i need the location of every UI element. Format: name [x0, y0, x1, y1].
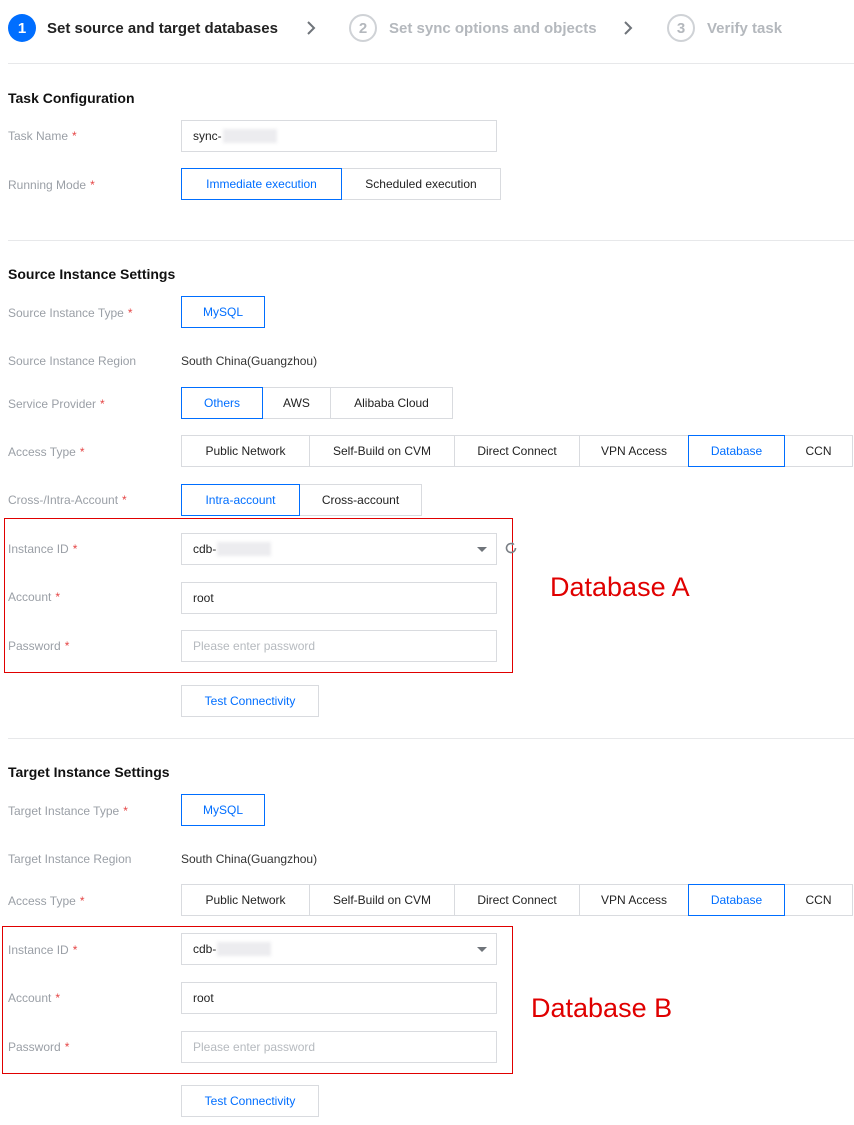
chevron-right-icon [307, 21, 316, 35]
target-test-connectivity-button[interactable]: Test Connectivity [181, 1085, 319, 1117]
running-mode-label: Running Mode * [8, 178, 95, 192]
account-scope-cross[interactable]: Cross-account [299, 484, 422, 516]
source-account-label: Account * [8, 590, 61, 604]
service-provider-label: Service Provider * [8, 397, 105, 411]
task-name-input[interactable]: sync- [181, 120, 497, 152]
target-region-label: Target Instance Region [8, 852, 132, 866]
target-account-label: Account * [8, 991, 61, 1005]
source-access-type-selector: Public Network Self-Build on CVM Direct … [181, 435, 853, 467]
redacted-text [217, 542, 272, 556]
step-3-label[interactable]: Verify task [707, 20, 782, 37]
target-instance-id-label: Instance ID * [8, 943, 78, 957]
step-1-label[interactable]: Set source and target databases [47, 20, 278, 37]
provider-others[interactable]: Others [181, 387, 263, 419]
source-type-label: Source Instance Type * [8, 306, 133, 320]
target-region-value: South China(Guangzhou) [181, 852, 318, 866]
source-access-self-build-cvm[interactable]: Self-Build on CVM [309, 435, 455, 467]
source-access-database[interactable]: Database [688, 435, 785, 467]
task-config-title: Task Configuration [8, 90, 135, 106]
provider-aws[interactable]: AWS [262, 387, 331, 419]
source-region-value: South China(Guangzhou) [181, 354, 318, 368]
service-provider-selector: Others AWS Alibaba Cloud [181, 387, 453, 419]
source-settings-title: Source Instance Settings [8, 266, 176, 282]
redacted-text [222, 129, 277, 143]
running-mode-scheduled[interactable]: Scheduled execution [341, 168, 501, 200]
source-type-mysql[interactable]: MySQL [181, 296, 265, 328]
step-1-indicator: 1 [8, 14, 36, 42]
step-3-indicator: 3 [667, 14, 695, 42]
source-access-vpn[interactable]: VPN Access [579, 435, 689, 467]
refresh-icon[interactable] [504, 541, 518, 555]
target-instance-id-select[interactable]: cdb- [181, 933, 497, 965]
chevron-right-icon [624, 21, 633, 35]
section-divider [8, 738, 854, 739]
target-access-ccn[interactable]: CCN [784, 884, 853, 916]
target-access-vpn[interactable]: VPN Access [579, 884, 689, 916]
target-account-input[interactable]: root [181, 982, 497, 1014]
database-b-annotation: Database B [531, 993, 673, 1023]
source-access-type-label: Access Type * [8, 445, 85, 459]
source-region-label: Source Instance Region [8, 354, 137, 368]
target-settings-title: Target Instance Settings [8, 764, 170, 780]
database-a-annotation: Database A [550, 572, 690, 602]
source-instance-id-label: Instance ID * [8, 542, 78, 556]
target-access-type-label: Access Type * [8, 894, 85, 908]
step-2-indicator: 2 [349, 14, 377, 42]
source-type-selector: MySQL [181, 296, 265, 328]
source-account-input[interactable]: root [181, 582, 497, 614]
redacted-text [217, 942, 272, 956]
running-mode-immediate[interactable]: Immediate execution [181, 168, 342, 200]
source-instance-id-select[interactable]: cdb- [181, 533, 497, 565]
task-name-label: Task Name * [8, 129, 77, 143]
source-test-connectivity-button[interactable]: Test Connectivity [181, 685, 319, 717]
target-type-selector: MySQL [181, 794, 265, 826]
target-type-label: Target Instance Type * [8, 804, 128, 818]
account-scope-label: Cross-/Intra-Account * [8, 493, 127, 507]
header-divider [8, 63, 854, 64]
target-access-type-selector: Public Network Self-Build on CVM Direct … [181, 884, 853, 916]
target-access-direct-connect[interactable]: Direct Connect [454, 884, 580, 916]
chevron-down-icon [477, 547, 487, 552]
chevron-down-icon [477, 947, 487, 952]
source-password-input[interactable]: Please enter password [181, 630, 497, 662]
provider-alibaba-cloud[interactable]: Alibaba Cloud [330, 387, 453, 419]
source-access-public-network[interactable]: Public Network [181, 435, 310, 467]
target-access-self-build-cvm[interactable]: Self-Build on CVM [309, 884, 455, 916]
running-mode-selector: Immediate execution Scheduled execution [181, 168, 501, 200]
account-scope-intra[interactable]: Intra-account [181, 484, 300, 516]
source-access-ccn[interactable]: CCN [784, 435, 853, 467]
target-access-database[interactable]: Database [688, 884, 785, 916]
target-password-input[interactable]: Please enter password [181, 1031, 497, 1063]
target-type-mysql[interactable]: MySQL [181, 794, 265, 826]
target-access-public-network[interactable]: Public Network [181, 884, 310, 916]
step-2-label[interactable]: Set sync options and objects [389, 20, 597, 37]
account-scope-selector: Intra-account Cross-account [181, 484, 422, 516]
source-access-direct-connect[interactable]: Direct Connect [454, 435, 580, 467]
target-password-label: Password * [8, 1040, 70, 1054]
section-divider [8, 240, 854, 241]
source-password-label: Password * [8, 639, 70, 653]
